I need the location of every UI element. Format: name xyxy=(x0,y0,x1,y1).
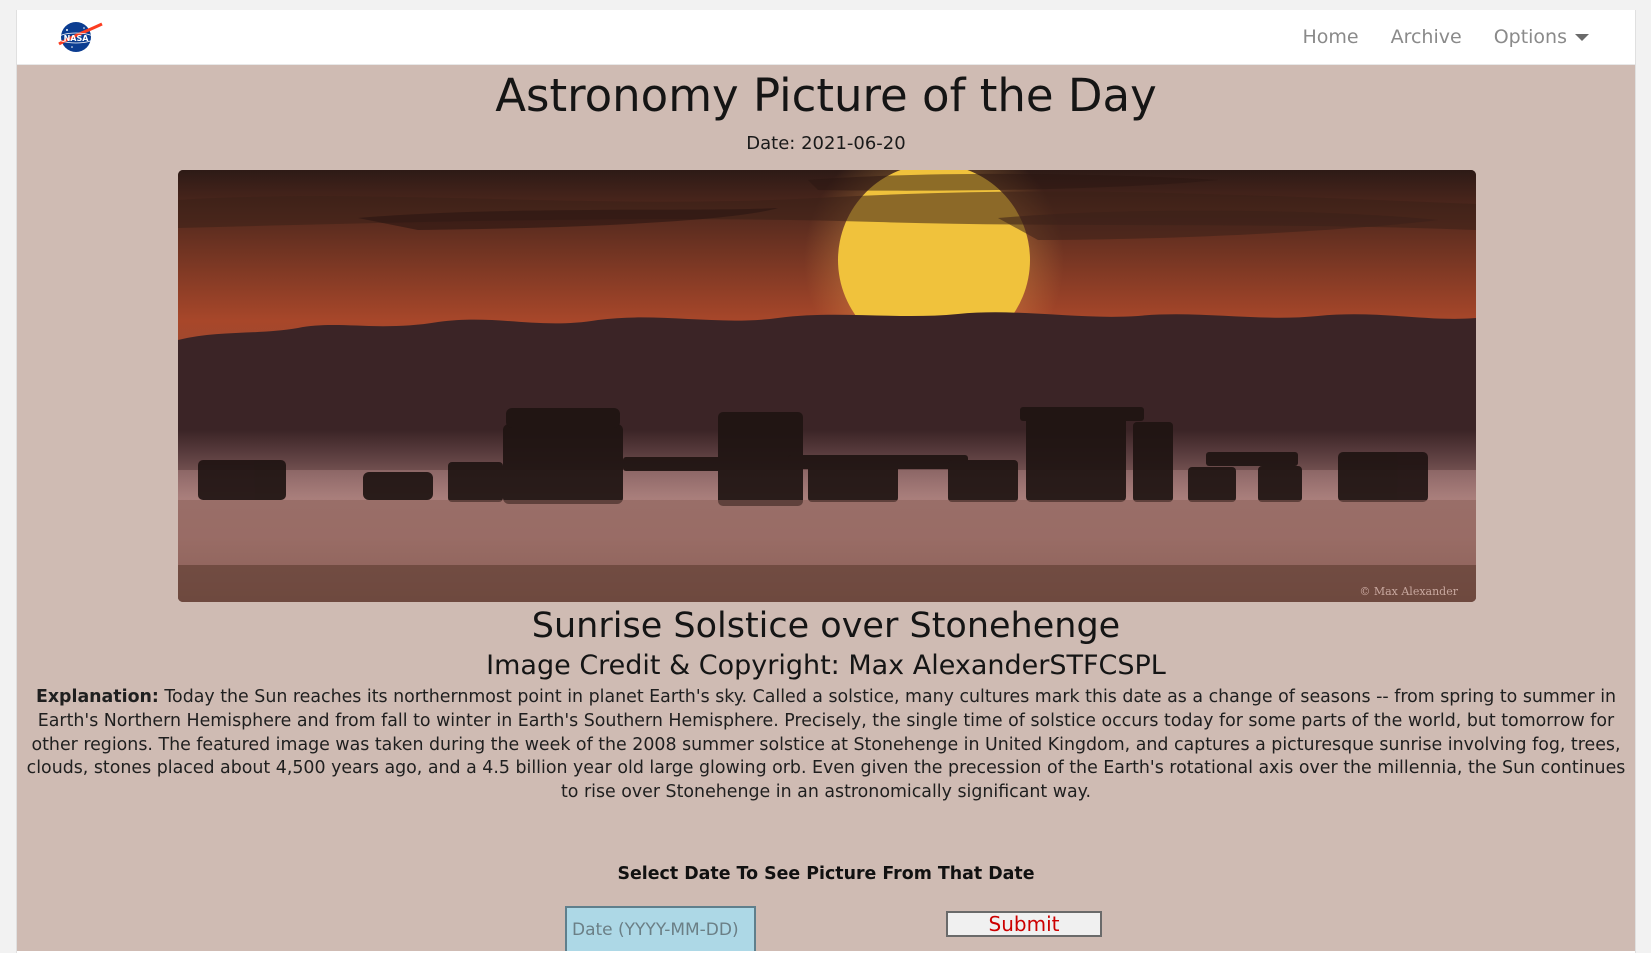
apod-image: © Max Alexander xyxy=(178,170,1476,602)
nav-links: Home Archive Options xyxy=(1302,10,1589,64)
date-input[interactable] xyxy=(565,906,756,951)
page-title: Astronomy Picture of the Day xyxy=(495,69,1157,122)
nav-options-dropdown[interactable]: Options xyxy=(1494,26,1589,48)
explanation-paragraph: Explanation: Today the Sun reaches its n… xyxy=(25,686,1627,805)
submit-button[interactable]: Submit xyxy=(946,911,1102,937)
photo-watermark: © Max Alexander xyxy=(1359,585,1458,598)
picture-title: Sunrise Solstice over Stonehenge xyxy=(531,606,1121,646)
main-content: Astronomy Picture of the Day Date: 2021-… xyxy=(17,65,1635,951)
image-credit: Image Credit & Copyright: Max AlexanderS… xyxy=(486,650,1166,681)
page-frame: NASA Home Archive Options Astronomy Pict… xyxy=(16,10,1636,953)
nav-archive-link[interactable]: Archive xyxy=(1391,26,1462,48)
nav-options-label[interactable]: Options xyxy=(1494,26,1567,48)
explanation-text: Today the Sun reaches its northernmost p… xyxy=(26,687,1626,803)
caret-down-icon[interactable] xyxy=(1575,34,1589,41)
date-select-label: Select Date To See Picture From That Dat… xyxy=(617,864,1035,884)
nasa-logo-text: NASA xyxy=(64,34,90,43)
explanation-label: Explanation: xyxy=(35,687,159,707)
nasa-logo[interactable]: NASA xyxy=(55,19,105,55)
nav-home-link[interactable]: Home xyxy=(1302,26,1358,48)
navbar: NASA Home Archive Options xyxy=(17,10,1635,65)
picture-date: Date: 2021-06-20 xyxy=(746,133,906,154)
